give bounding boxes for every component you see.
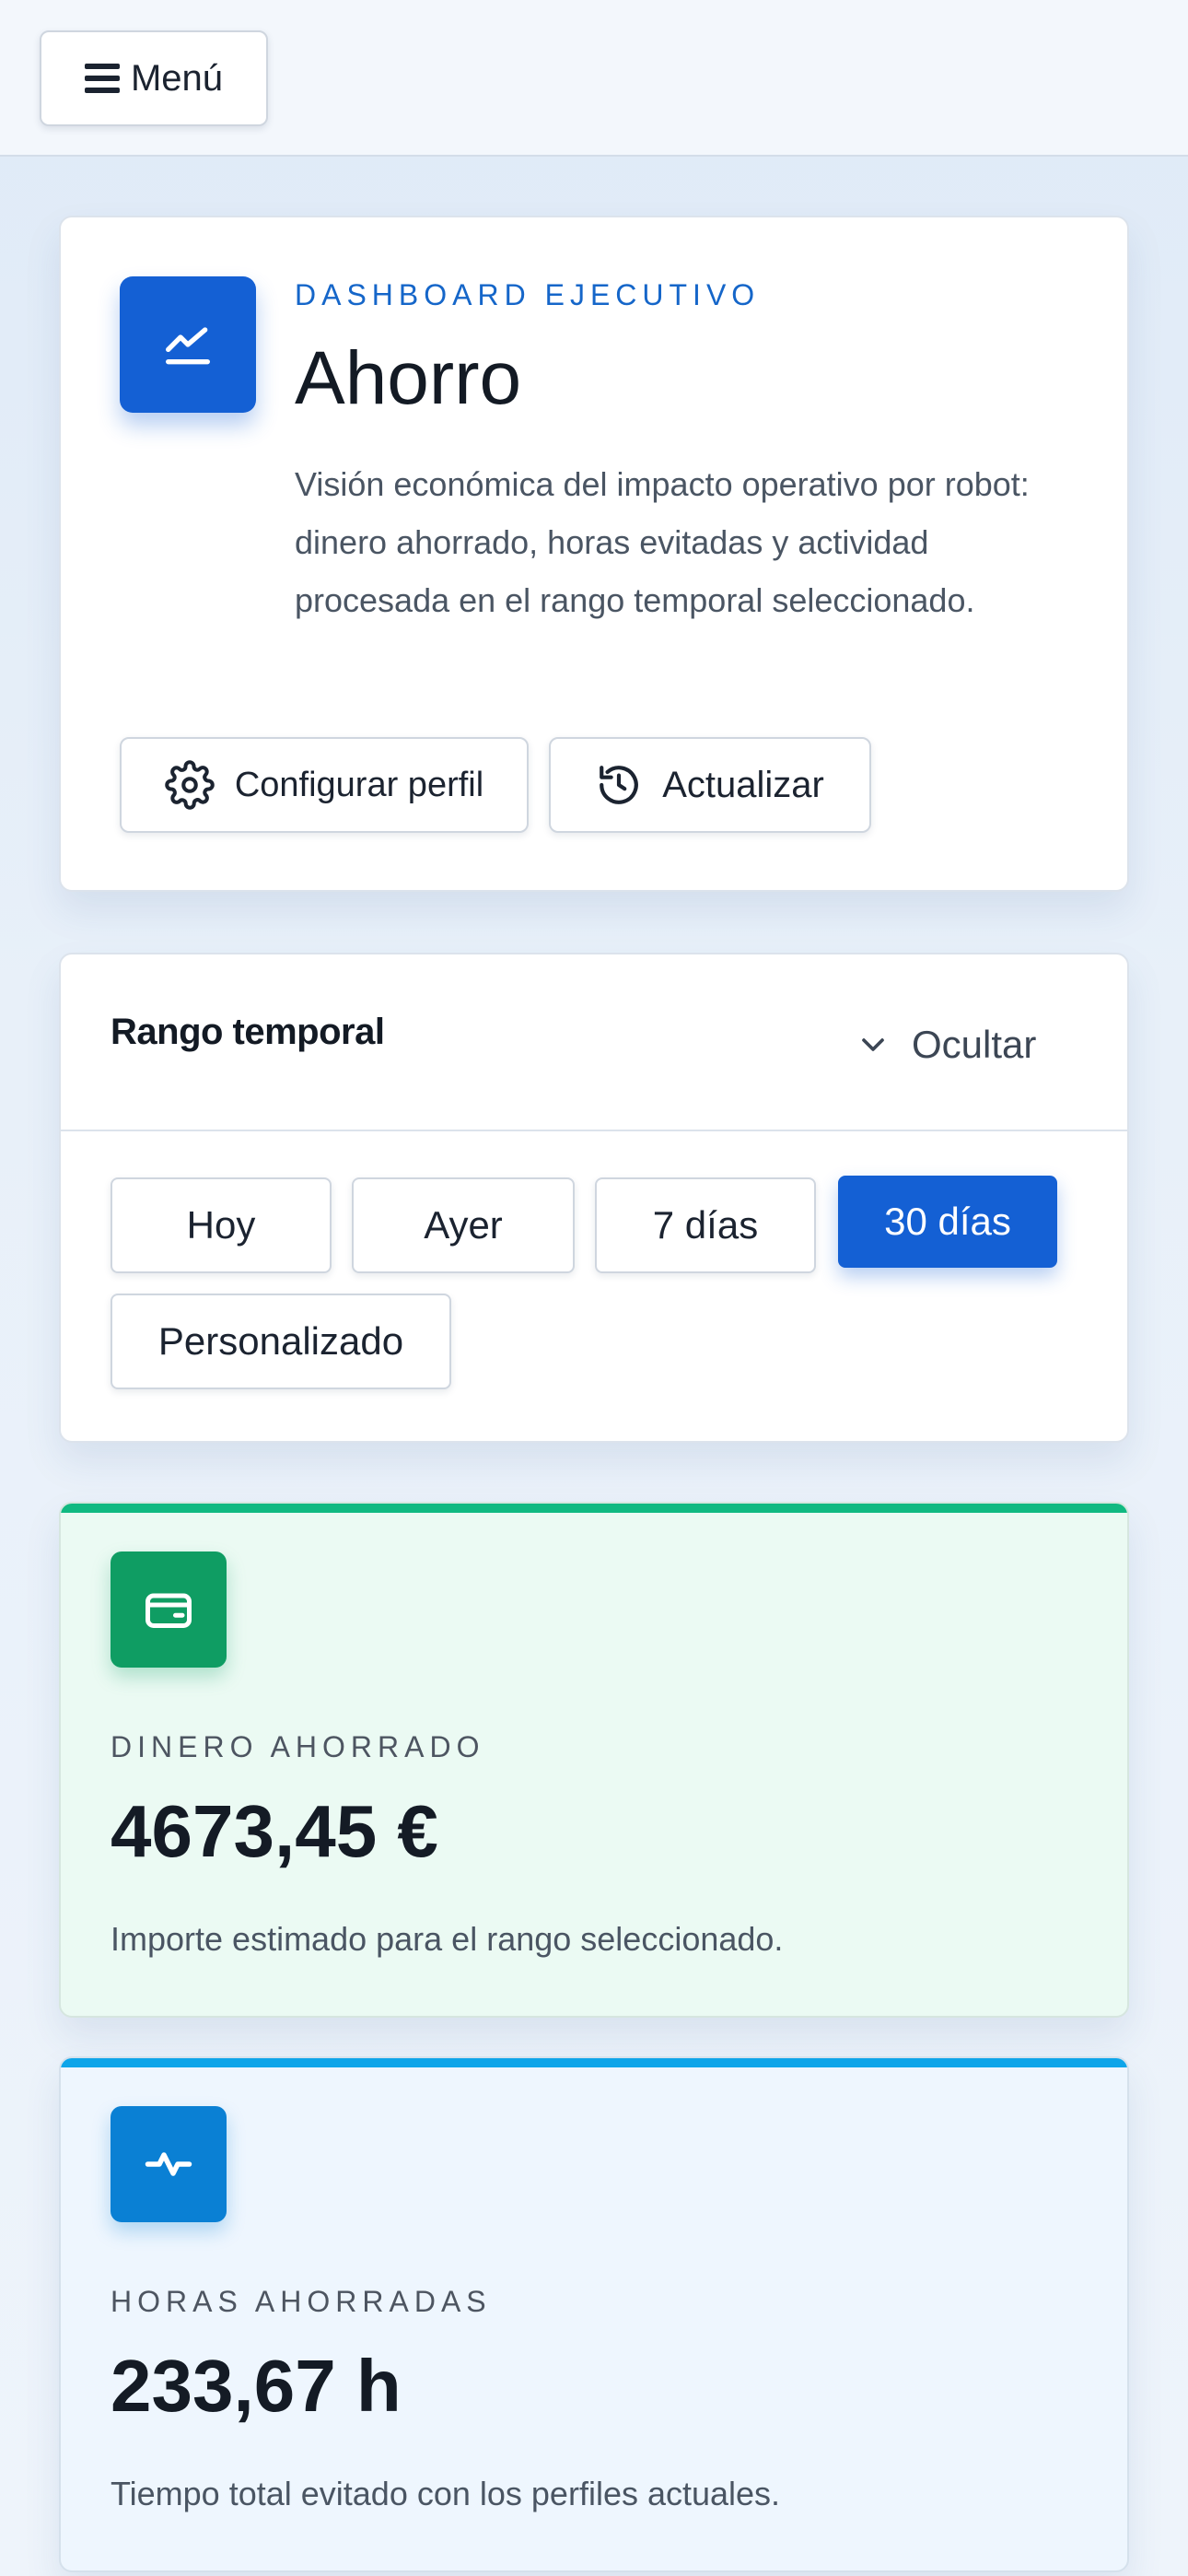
money-saved-card: DINERO AHORRADO 4673,45 € Importe estima…: [59, 1502, 1129, 2018]
money-saved-label: DINERO AHORRADO: [111, 1730, 485, 1763]
time-range-card: Rango temporal Ocultar Hoy Ayer 7 días 3…: [59, 953, 1129, 1443]
time-range-title: Rango temporal: [111, 1012, 385, 1052]
hero-card: DASHBOARD EJECUTIVO Ahorro Visión económ…: [59, 216, 1129, 892]
hamburger-icon: [84, 64, 120, 93]
page-title: Ahorro: [295, 336, 522, 420]
range-option-30-days[interactable]: 30 días: [838, 1176, 1057, 1268]
range-option-custom[interactable]: Personalizado: [111, 1294, 451, 1389]
top-bar: Menú: [0, 0, 1188, 157]
range-option-7-days[interactable]: 7 días: [595, 1177, 816, 1273]
gear-icon: [165, 760, 215, 810]
page-description: Visión económica del impacto operativo p…: [295, 465, 1030, 619]
hours-accent-bar: [61, 2058, 1127, 2067]
configure-profile-label: Configurar perfil: [234, 765, 484, 804]
configure-profile-button[interactable]: Configurar perfil: [120, 737, 529, 833]
hours-saved-label: HORAS AHORRADAS: [111, 2285, 492, 2318]
money-accent-bar: [61, 1504, 1127, 1513]
refresh-button[interactable]: Actualizar: [549, 737, 871, 833]
money-saved-note: Importe estimado para el rango seleccion…: [111, 1920, 784, 1958]
menu-button[interactable]: Menú: [40, 30, 268, 126]
hours-saved-value: 233,67 h: [111, 2345, 402, 2427]
refresh-label: Actualizar: [662, 764, 824, 805]
history-refresh-icon: [600, 766, 638, 804]
wallet-icon: [111, 1551, 227, 1668]
chevron-down-icon: [862, 1038, 884, 1051]
hide-range-button[interactable]: Ocultar: [855, 1015, 1085, 1074]
menu-label: Menú: [130, 57, 224, 99]
range-option-today[interactable]: Hoy: [111, 1177, 332, 1273]
hide-range-label: Ocultar: [912, 1023, 1037, 1066]
money-saved-value: 4673,45 €: [111, 1790, 438, 1872]
dashboard-eyebrow: DASHBOARD EJECUTIVO: [295, 278, 761, 311]
range-divider: [61, 1130, 1127, 1131]
trend-chart-icon: [120, 276, 256, 413]
activity-pulse-icon: [111, 2106, 227, 2222]
hours-saved-card: HORAS AHORRADAS 233,67 h Tiempo total ev…: [59, 2056, 1129, 2572]
range-option-yesterday[interactable]: Ayer: [352, 1177, 575, 1273]
hours-saved-note: Tiempo total evitado con los perfiles ac…: [111, 2475, 781, 2512]
